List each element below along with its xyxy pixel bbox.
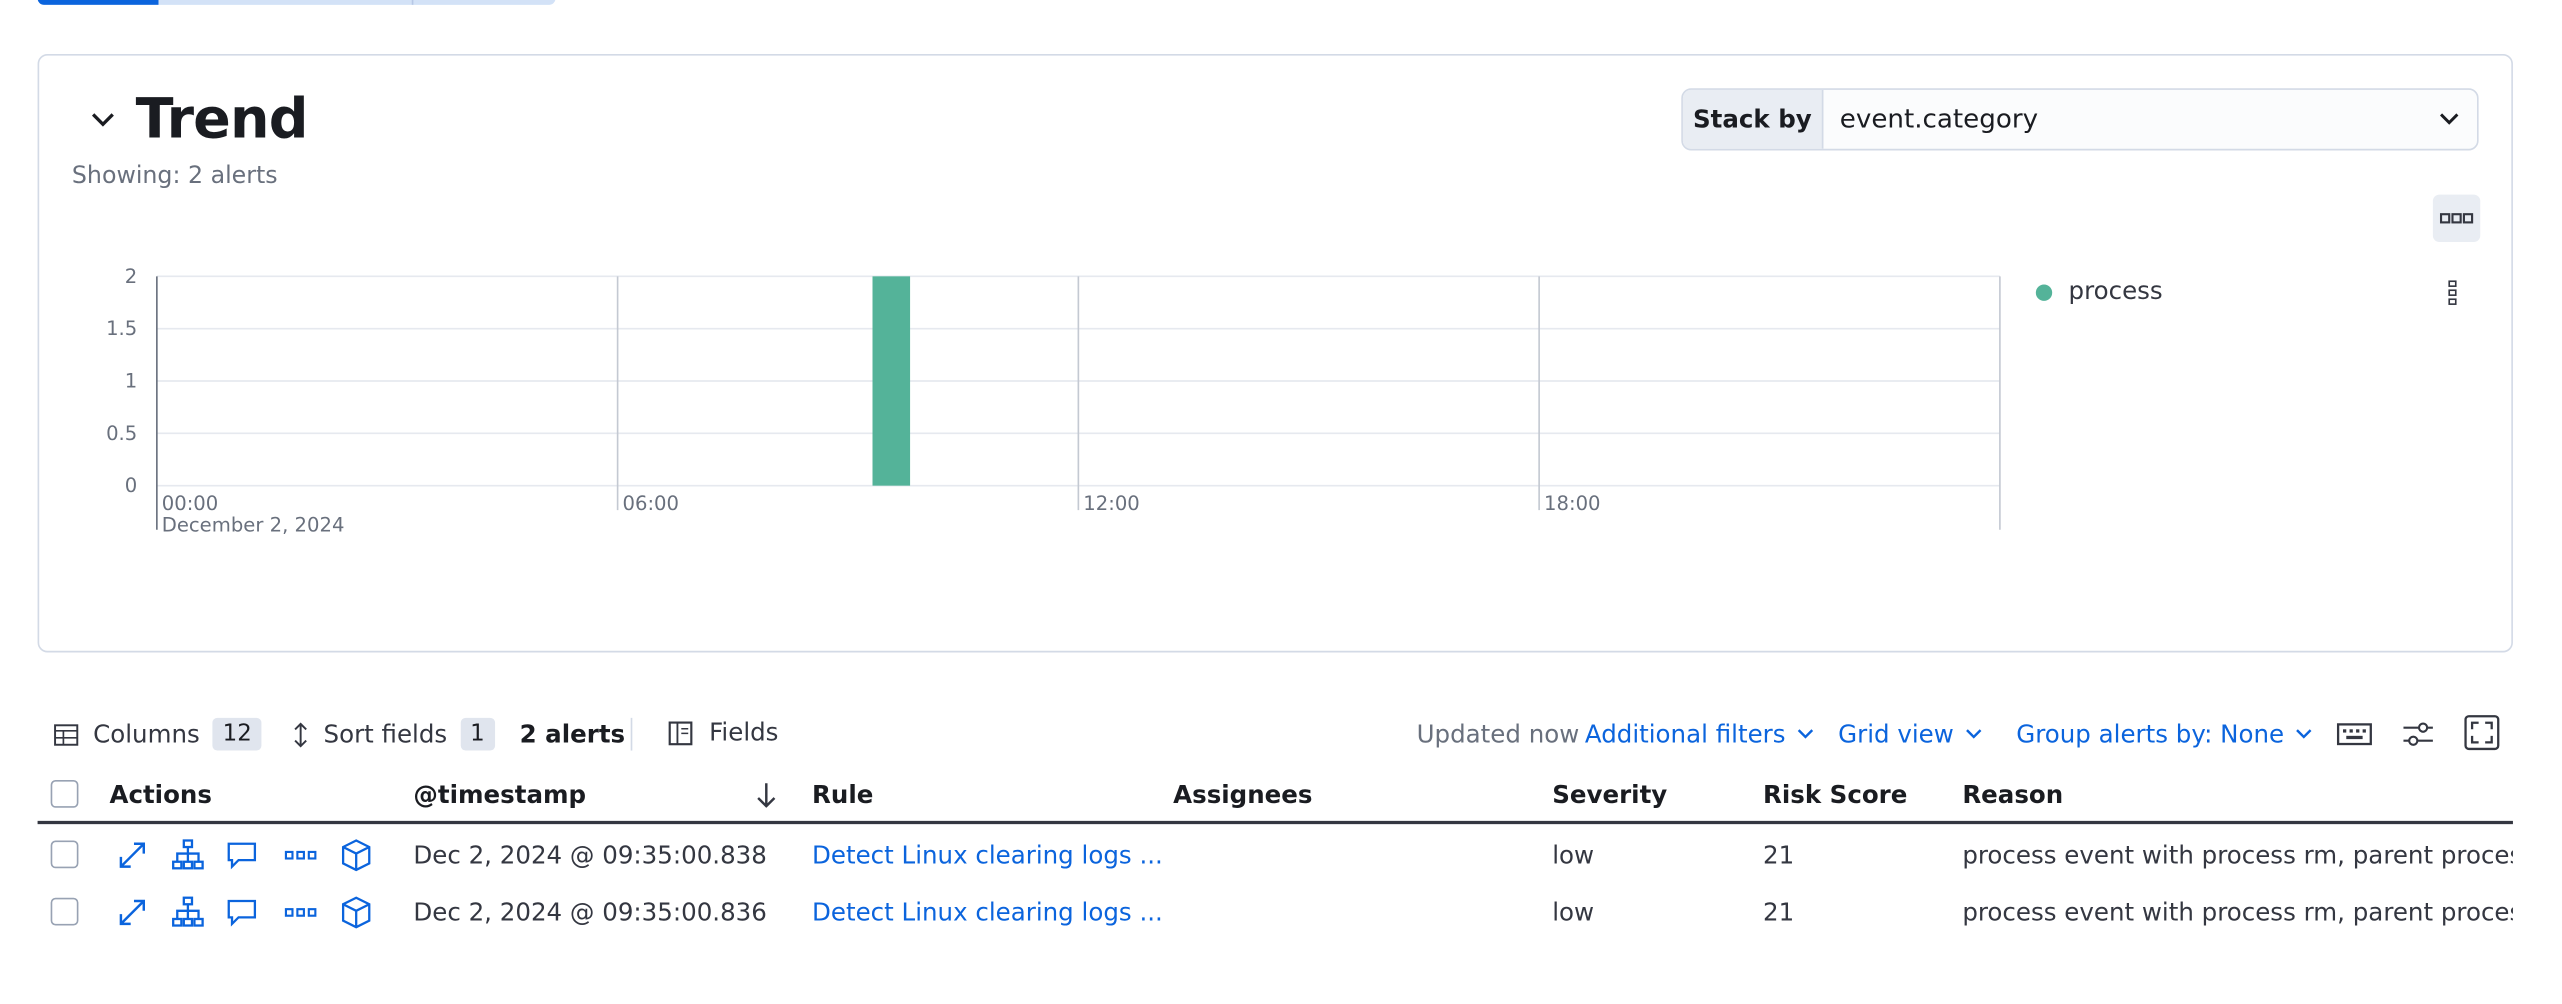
chart-options-button[interactable] [2432, 194, 2481, 243]
more-icon[interactable] [284, 896, 317, 929]
grid-view-button[interactable]: Grid view [1838, 719, 1983, 749]
analyze-icon[interactable] [172, 839, 205, 872]
select-all-checkbox[interactable] [50, 779, 79, 808]
x-tick-label: 18:00 [1544, 492, 1600, 515]
updated-status: Updated now [1416, 719, 1580, 749]
group-alerts-label: Group alerts by: None [2016, 719, 2285, 749]
boxes-vertical-icon[interactable] [2448, 280, 2458, 306]
header-severity[interactable]: Severity [1552, 780, 1667, 809]
trend-bar-chart: 2 1.5 1 0.5 0 00:00 06:00 12:00 18:00 December 2,… [106, 265, 2001, 536]
legend-swatch [2035, 284, 2053, 301]
chevron-down-icon[interactable] [90, 108, 116, 131]
additional-filters-button[interactable]: Additional filters [1584, 719, 1815, 749]
active-tab-indicator [37, 0, 159, 5]
trend-title: Trend [135, 86, 309, 153]
y-tick-label: 1.5 [106, 317, 137, 340]
sort-fields-button[interactable]: Sort fields 1 [291, 717, 495, 751]
alerts-count: 2 alerts [519, 719, 626, 749]
settings-icon[interactable] [2402, 719, 2435, 748]
legend-item-process[interactable]: process [2069, 276, 2163, 305]
columns-label: Columns [93, 719, 200, 749]
x-tick-label: 12:00 [1083, 492, 1139, 515]
x-tick-label: 06:00 [623, 492, 679, 515]
sort-count-badge: 1 [460, 717, 495, 751]
expand-icon[interactable] [116, 839, 149, 872]
header-assignees[interactable]: Assignees [1173, 780, 1312, 809]
cell-reason: process event with process rm, parent pr… [1962, 897, 2513, 928]
sort-label: Sort fields [323, 719, 448, 749]
comment-icon[interactable] [225, 896, 258, 929]
header-reason[interactable]: Reason [1962, 780, 2063, 809]
arrow-down-icon[interactable] [755, 782, 778, 808]
row-checkbox[interactable] [50, 840, 79, 869]
y-tick-label: 0.5 [106, 422, 137, 445]
x-tick-label: 00:00 [162, 492, 218, 515]
row-checkbox[interactable] [50, 897, 79, 926]
header-risk-score[interactable]: Risk Score [1763, 780, 1907, 809]
chevron-down-icon [1965, 729, 1982, 739]
stack-by-value[interactable]: event.category [1840, 90, 2038, 149]
cell-severity: low [1552, 840, 1595, 870]
cell-timestamp: Dec 2, 2024 @ 09:35:00.838 [413, 840, 767, 870]
more-icon[interactable] [284, 839, 317, 872]
header-actions: Actions [109, 779, 212, 810]
tab-separator [411, 0, 414, 5]
fields-button[interactable]: Fields [667, 717, 779, 748]
header-timestamp[interactable]: @timestamp [413, 780, 586, 809]
chevron-down-icon [1797, 729, 1813, 739]
y-tick-label: 0 [125, 474, 137, 497]
columns-button[interactable]: Columns 12 [52, 717, 262, 751]
session-view-icon[interactable] [340, 839, 373, 872]
cell-rule-link[interactable]: Detect Linux clearing logs ... [812, 898, 1163, 927]
columns-count-badge: 12 [212, 717, 262, 751]
grid-view-label: Grid view [1838, 719, 1954, 749]
comment-icon[interactable] [225, 839, 258, 872]
sort-icon [294, 721, 307, 747]
top-tab-strip [37, 0, 556, 5]
table-icon [54, 723, 79, 745]
stack-by-select[interactable]: Stack by event.category [1681, 88, 2479, 151]
cell-severity: low [1552, 897, 1595, 928]
fields-icon [668, 720, 693, 745]
bar-process [872, 276, 911, 486]
header-divider [37, 820, 2513, 825]
cell-rule-link[interactable]: Detect Linux clearing logs ... [812, 840, 1163, 869]
fullscreen-icon[interactable] [2464, 715, 2500, 751]
stack-by-label: Stack by [1682, 89, 1824, 149]
cell-timestamp: Dec 2, 2024 @ 09:35:00.836 [413, 897, 767, 928]
toolbar-divider [630, 717, 633, 751]
keyboard-icon[interactable] [2336, 719, 2372, 748]
chevron-down-icon [2295, 729, 2312, 739]
cell-reason: process event with process rm, parent pr… [1962, 840, 2513, 870]
y-tick-label: 1 [125, 370, 137, 393]
additional-filters-label: Additional filters [1584, 719, 1786, 749]
group-alerts-button[interactable]: Group alerts by: None [2016, 719, 2313, 749]
chevron-down-icon [2440, 113, 2459, 125]
x-axis-date-label: December 2, 2024 [162, 513, 345, 536]
expand-icon[interactable] [116, 896, 149, 929]
cell-risk-score: 21 [1762, 897, 1795, 928]
fields-label: Fields [709, 717, 779, 748]
cell-risk-score: 21 [1762, 840, 1795, 870]
showing-count: Showing: 2 alerts [71, 163, 278, 190]
session-view-icon[interactable] [340, 896, 373, 929]
header-rule[interactable]: Rule [812, 780, 873, 809]
analyze-icon[interactable] [172, 896, 205, 929]
boxes-horizontal-icon [2439, 213, 2474, 224]
y-tick-label: 2 [125, 265, 137, 288]
